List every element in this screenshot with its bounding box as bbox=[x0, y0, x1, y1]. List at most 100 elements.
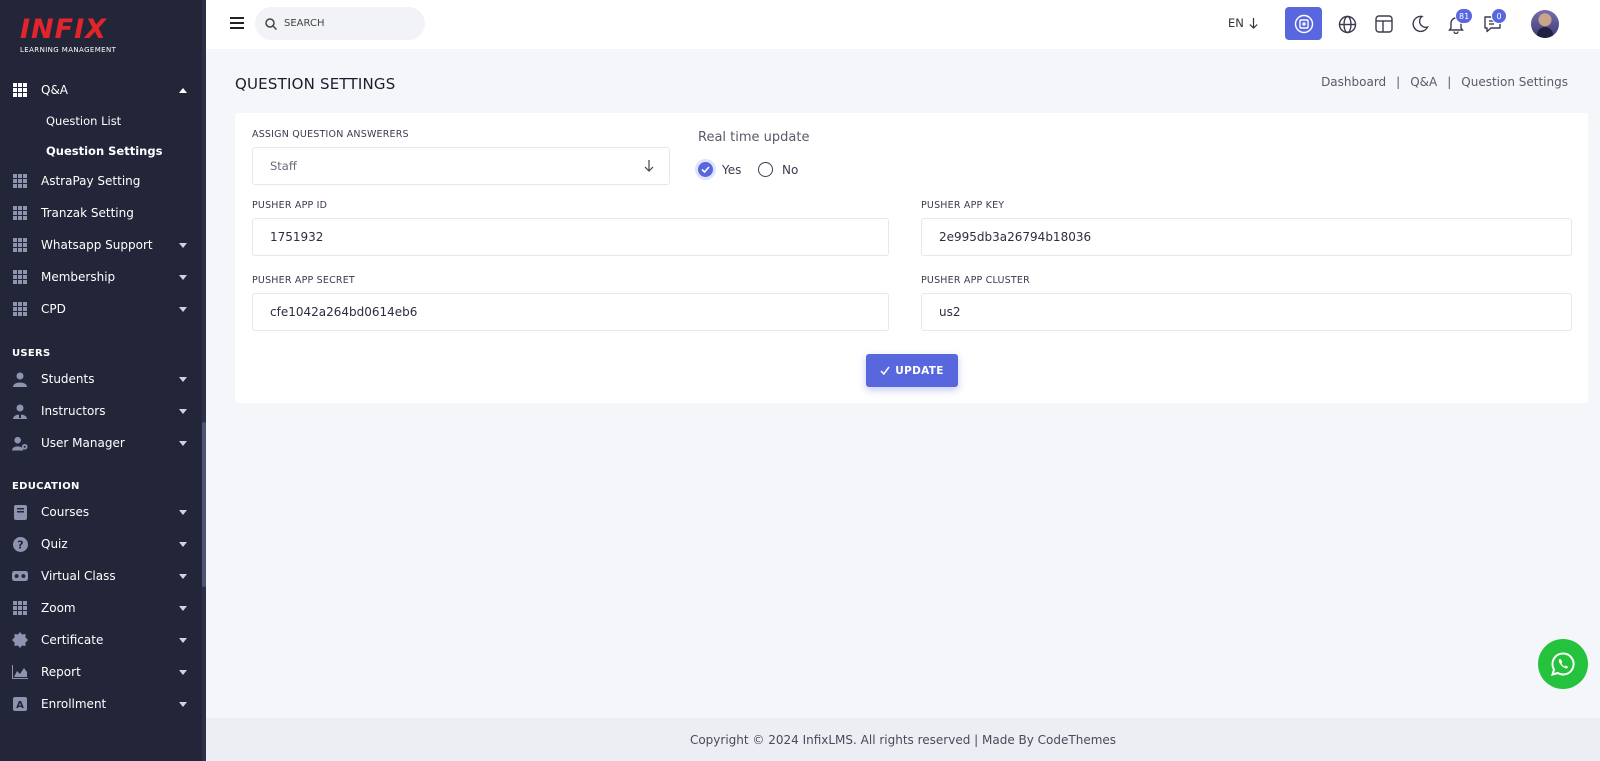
brand-name: INFIX bbox=[20, 14, 107, 45]
sidebar-item-instructors[interactable]: Instructors bbox=[0, 395, 202, 427]
assign-answerers-select[interactable]: Staff bbox=[252, 147, 670, 185]
user-gear-icon bbox=[12, 435, 28, 451]
pusher-app-key-field[interactable]: 2e995db3a26794b18036 bbox=[921, 218, 1572, 256]
sidebar-item-label: Zoom bbox=[41, 601, 76, 615]
chevron-down-icon bbox=[179, 274, 187, 280]
message-icon[interactable]: 0 bbox=[1481, 8, 1507, 35]
sidebar-item-label: Certificate bbox=[41, 633, 104, 647]
notification-bell-icon[interactable]: 81 bbox=[1445, 8, 1474, 35]
svg-text:A: A bbox=[16, 700, 24, 711]
grid-icon bbox=[12, 205, 28, 221]
chevron-down-icon bbox=[179, 701, 187, 707]
sidebar-item-user-manager[interactable]: User Manager bbox=[0, 427, 202, 459]
menu-toggle-icon[interactable] bbox=[230, 17, 244, 29]
search-icon bbox=[265, 17, 277, 30]
realtime-no-radio[interactable]: No bbox=[758, 162, 798, 177]
globe-icon[interactable] bbox=[1336, 13, 1358, 35]
moon-icon[interactable] bbox=[1409, 13, 1431, 35]
layout-icon[interactable] bbox=[1373, 13, 1395, 35]
chevron-down-icon bbox=[179, 541, 187, 547]
sidebar-item-label: Q&A bbox=[41, 83, 69, 97]
avatar[interactable] bbox=[1531, 10, 1559, 38]
pusher-app-key-label: PUSHER APP KEY bbox=[921, 200, 1005, 211]
sidebar-item-qa[interactable]: Q&A bbox=[0, 74, 202, 106]
footer-copyright: Copyright © 2024 InfixLMS. All rights re… bbox=[689, 732, 1117, 747]
radio-unchecked-icon bbox=[758, 162, 773, 177]
sidebar-item-virtual-class[interactable]: Virtual Class bbox=[0, 560, 202, 592]
pusher-app-secret-label: PUSHER APP SECRET bbox=[252, 275, 355, 286]
breadcrumb-dashboard[interactable]: Dashboard bbox=[1321, 75, 1386, 89]
chevron-down-icon bbox=[179, 605, 187, 611]
book-icon bbox=[12, 504, 28, 520]
sidebar-item-label: Quiz bbox=[41, 537, 68, 551]
certificate-icon bbox=[12, 632, 28, 648]
message-count-badge: 0 bbox=[1491, 8, 1507, 24]
notification-count-badge: 81 bbox=[1455, 8, 1474, 24]
footer: Copyright © 2024 InfixLMS. All rights re… bbox=[206, 718, 1600, 761]
chevron-up-icon bbox=[179, 87, 187, 93]
svg-text:?: ? bbox=[17, 538, 23, 551]
sidebar-item-certificate[interactable]: Certificate bbox=[0, 624, 202, 656]
sidebar-subitem-question-list[interactable]: Question List bbox=[46, 114, 121, 128]
search-box[interactable] bbox=[255, 7, 425, 40]
whatsapp-chat-button[interactable] bbox=[1538, 639, 1588, 689]
brand-tagline: LEARNING MANAGEMENT bbox=[20, 46, 117, 54]
search-input[interactable] bbox=[284, 18, 414, 29]
language-label: EN bbox=[1228, 16, 1244, 30]
grid-icon bbox=[12, 600, 28, 616]
chevron-down-icon bbox=[179, 306, 187, 312]
sidebar-item-courses[interactable]: Courses bbox=[0, 496, 202, 528]
pusher-app-secret-field[interactable]: cfe1042a264bd0614eb6 bbox=[252, 293, 889, 331]
sidebar: INFIX LEARNING MANAGEMENT Q&A Question L… bbox=[0, 0, 206, 761]
sidebar-scrollbar[interactable] bbox=[202, 0, 206, 761]
pusher-app-cluster-field[interactable]: us2 bbox=[921, 293, 1572, 331]
section-heading-education: EDUCATION bbox=[12, 481, 80, 492]
sidebar-item-astrapay[interactable]: AstraPay Setting bbox=[0, 165, 202, 197]
sidebar-item-label: User Manager bbox=[41, 436, 125, 450]
sidebar-item-students[interactable]: Students bbox=[0, 363, 202, 395]
sidebar-item-zoom[interactable]: Zoom bbox=[0, 592, 202, 624]
chevron-down-icon bbox=[179, 376, 187, 382]
page-title: QUESTION SETTINGS bbox=[235, 75, 396, 93]
breadcrumb-separator: | bbox=[1396, 75, 1401, 89]
breadcrumb-qa[interactable]: Q&A bbox=[1410, 75, 1437, 89]
sidebar-item-report[interactable]: Report bbox=[0, 656, 202, 688]
grid-icon bbox=[12, 301, 28, 317]
sidebar-item-label: Enrollment bbox=[41, 697, 107, 711]
logo[interactable]: INFIX LEARNING MANAGEMENT bbox=[20, 16, 130, 60]
sidebar-item-membership[interactable]: Membership bbox=[0, 261, 202, 293]
top-header: EN 81 0 bbox=[206, 0, 1600, 49]
sidebar-item-label: Virtual Class bbox=[41, 569, 116, 583]
ai-chip-button[interactable] bbox=[1285, 7, 1322, 40]
instructor-icon bbox=[12, 403, 28, 419]
chart-icon bbox=[12, 664, 28, 680]
arrow-down-icon bbox=[644, 160, 654, 172]
chevron-down-icon bbox=[179, 509, 187, 515]
pusher-app-cluster-label: PUSHER APP CLUSTER bbox=[921, 275, 1030, 286]
sidebar-item-cpd[interactable]: CPD bbox=[0, 293, 202, 325]
vr-icon bbox=[12, 568, 28, 584]
chevron-down-icon bbox=[179, 408, 187, 414]
user-icon bbox=[12, 371, 28, 387]
sidebar-item-label: Instructors bbox=[41, 404, 106, 418]
chevron-down-icon bbox=[179, 242, 187, 248]
sidebar-item-label: Membership bbox=[41, 270, 116, 284]
radio-checked-icon bbox=[698, 162, 713, 177]
realtime-yes-radio[interactable]: Yes bbox=[698, 162, 741, 177]
sidebar-scroll-thumb[interactable] bbox=[202, 422, 206, 587]
breadcrumb-question-settings: Question Settings bbox=[1461, 75, 1568, 89]
sidebar-item-whatsapp-support[interactable]: Whatsapp Support bbox=[0, 229, 202, 261]
sidebar-item-tranzak[interactable]: Tranzak Setting bbox=[0, 197, 202, 229]
language-selector[interactable]: EN bbox=[1228, 16, 1258, 30]
pusher-app-id-field[interactable]: 1751932 bbox=[252, 218, 889, 256]
update-button[interactable]: UPDATE bbox=[866, 354, 958, 387]
grid-icon bbox=[12, 237, 28, 253]
chip-icon bbox=[1294, 14, 1313, 33]
chevron-down-icon bbox=[179, 440, 187, 446]
arrow-down-icon bbox=[1249, 17, 1258, 29]
sidebar-subitem-question-settings[interactable]: Question Settings bbox=[46, 144, 162, 158]
sidebar-item-quiz[interactable]: ? Quiz bbox=[0, 528, 202, 560]
grid-icon bbox=[12, 173, 28, 189]
sidebar-item-enrollment[interactable]: A Enrollment bbox=[0, 688, 202, 720]
breadcrumb: Dashboard | Q&A | Question Settings bbox=[1321, 75, 1568, 89]
